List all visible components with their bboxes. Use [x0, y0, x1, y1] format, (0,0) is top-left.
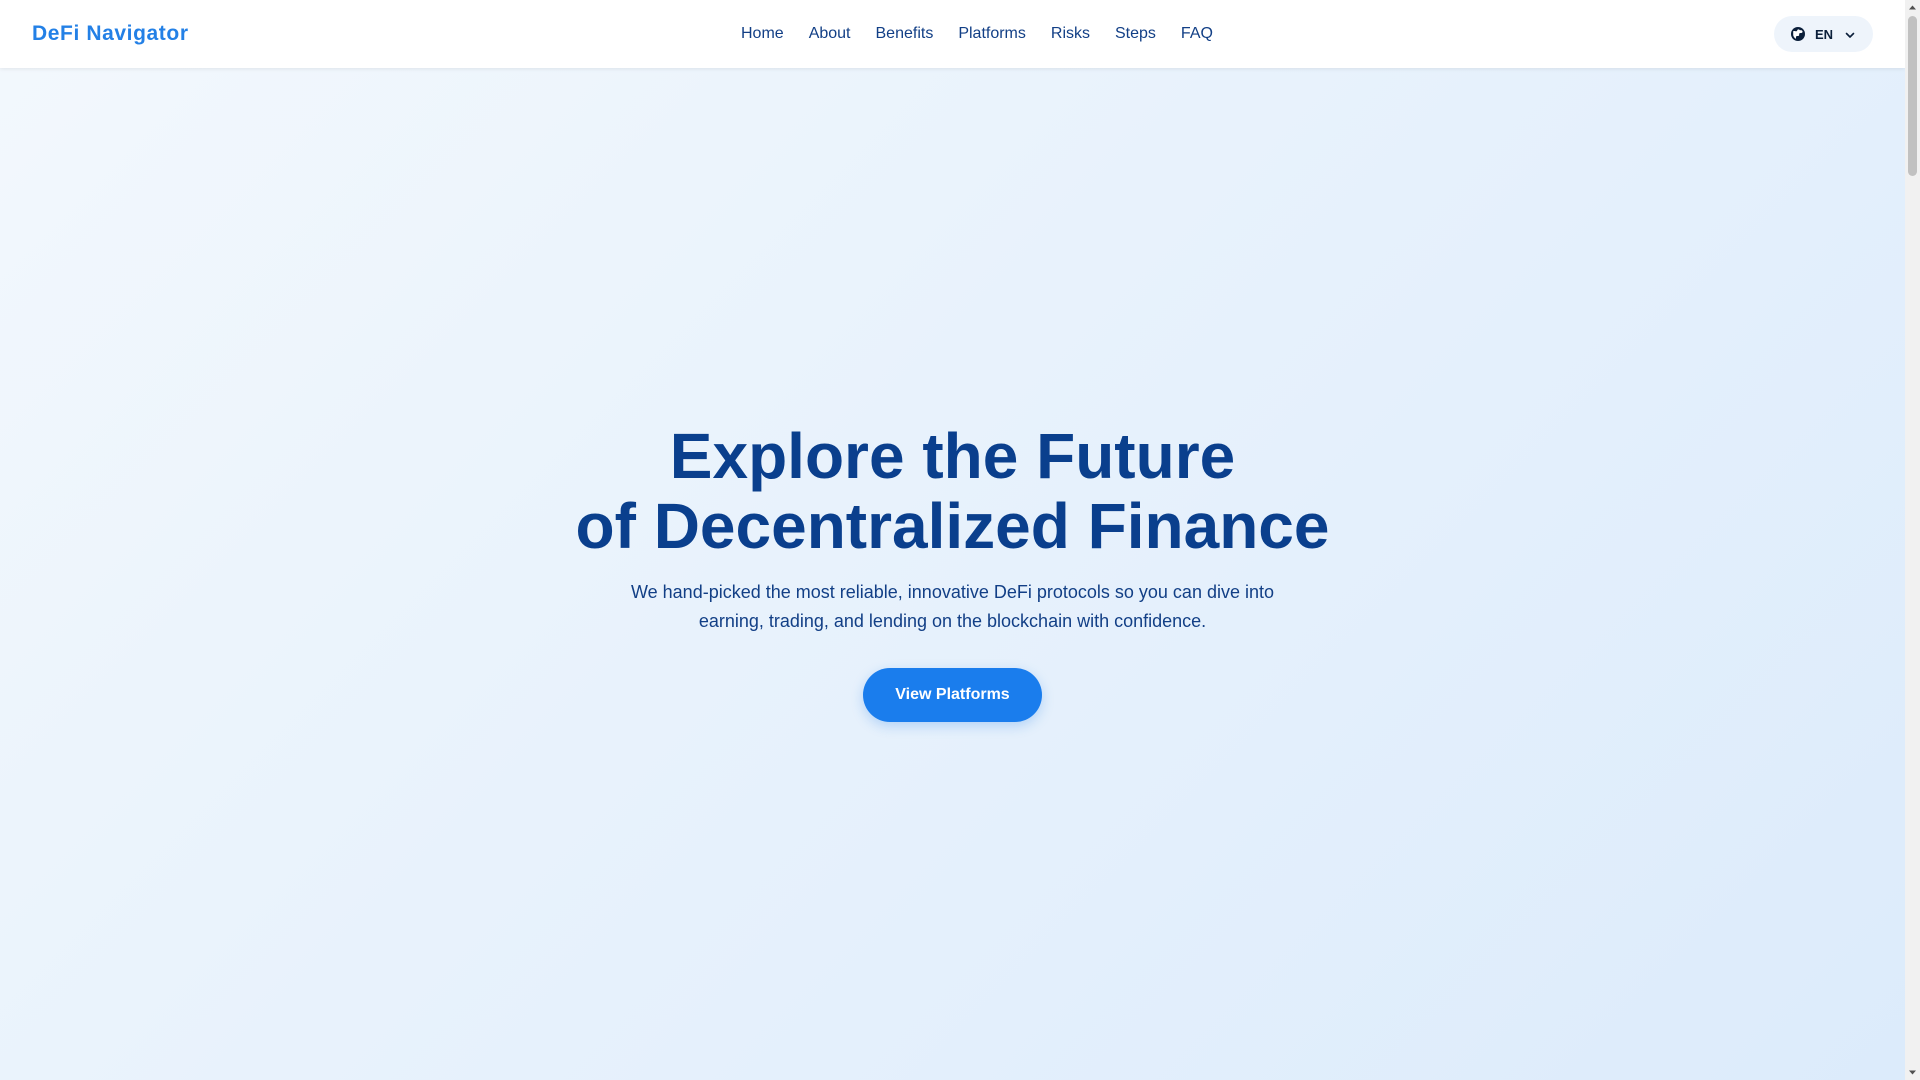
chevron-down-icon	[1844, 28, 1856, 40]
hero-title-line-1: Explore the Future	[669, 420, 1236, 492]
nav-item-platforms[interactable]: Platforms	[958, 25, 1026, 43]
globe-icon	[1790, 26, 1806, 42]
scroll-down-arrow-icon[interactable]	[1905, 1065, 1920, 1080]
site-header: DeFi Navigator Home About Benefits Platf…	[0, 0, 1905, 68]
brand-logo[interactable]: DeFi Navigator	[32, 0, 189, 68]
hero-section: Explore the Future of Decentralized Fina…	[0, 68, 1905, 1080]
nav-item-faq[interactable]: FAQ	[1181, 25, 1213, 43]
page: DeFi Navigator Home About Benefits Platf…	[0, 0, 1905, 1080]
nav-item-steps[interactable]: Steps	[1115, 25, 1156, 43]
hero-title-line-2: of Decentralized Finance	[575, 490, 1330, 562]
language-label: EN	[1815, 26, 1834, 42]
view-platforms-button[interactable]: View Platforms	[863, 668, 1042, 722]
nav-item-risks[interactable]: Risks	[1051, 25, 1090, 43]
scrollbar-thumb[interactable]	[1908, 16, 1917, 176]
hero-title: Explore the Future of Decentralized Fina…	[0, 421, 1905, 561]
scroll-up-arrow-icon[interactable]	[1905, 0, 1920, 15]
nav-item-home[interactable]: Home	[741, 25, 784, 43]
browser-viewport: DeFi Navigator Home About Benefits Platf…	[0, 0, 1920, 1080]
nav-item-about[interactable]: About	[809, 25, 851, 43]
main-nav: Home About Benefits Platforms Risks Step…	[741, 0, 1213, 68]
nav-item-benefits[interactable]: Benefits	[876, 25, 934, 43]
hero-subtitle: We hand-picked the most reliable, innova…	[630, 582, 1274, 631]
vertical-scrollbar[interactable]	[1905, 0, 1920, 1080]
language-selector[interactable]: EN	[1774, 16, 1873, 52]
